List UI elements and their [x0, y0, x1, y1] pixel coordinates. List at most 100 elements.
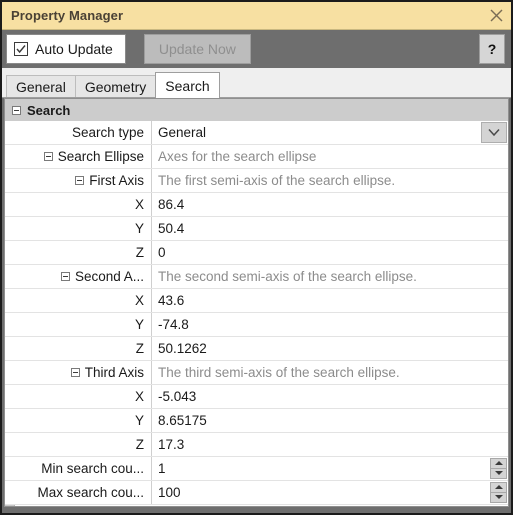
row-label: X: [134, 197, 144, 212]
arrow-down-icon: [494, 495, 503, 500]
stepper-up-button[interactable]: [490, 458, 507, 469]
chevron-down-icon: [488, 128, 500, 137]
property-grid-body: Search Search type General Search Ellipse A…: [5, 99, 508, 506]
row-label-cell: X: [16, 385, 152, 408]
row-value-cell[interactable]: 1: [152, 457, 508, 480]
help-button[interactable]: ?: [479, 34, 505, 64]
row-value-cell[interactable]: 43.6: [152, 289, 508, 312]
row-value: -5.043: [158, 389, 197, 404]
row-label-cell: Min search cou...: [16, 457, 152, 480]
check-icon: [16, 45, 26, 54]
checkbox-box: [14, 42, 28, 56]
tab-general[interactable]: General: [6, 75, 76, 97]
row-label: X: [134, 293, 144, 308]
dropdown-button[interactable]: [481, 122, 507, 143]
stepper-down-button[interactable]: [490, 492, 507, 503]
toolbar: Auto Update Update Now ?: [2, 30, 511, 68]
row-description-text: The second semi-axis of the search ellip…: [158, 269, 417, 284]
row-label-cell: Search Ellipse: [16, 145, 152, 168]
table-row[interactable]: Max search cou... 100: [5, 481, 508, 505]
row-value-cell[interactable]: 8.65175: [152, 409, 508, 432]
auto-update-checkbox[interactable]: Auto Update: [6, 34, 126, 64]
row-value-cell[interactable]: 100: [152, 481, 508, 504]
row-value-cell[interactable]: -5.043: [152, 385, 508, 408]
row-description: The third semi-axis of the search ellips…: [152, 361, 508, 384]
tab-strip: General Geometry Search: [2, 68, 511, 98]
row-description: Axes for the search ellipse: [152, 145, 508, 168]
arrow-down-icon: [494, 471, 503, 476]
row-value: 8.65175: [158, 413, 207, 428]
table-row[interactable]: Search type General: [5, 121, 508, 145]
table-row[interactable]: Search Ellipse Axes for the search ellips…: [5, 145, 508, 169]
row-value: 43.6: [158, 293, 185, 308]
close-icon: [490, 9, 503, 22]
table-row[interactable]: Z 17.3: [5, 433, 508, 457]
tab-geometry[interactable]: Geometry: [74, 75, 157, 97]
collapse-icon[interactable]: [75, 176, 85, 185]
row-value-cell[interactable]: 86.4: [152, 193, 508, 216]
table-row[interactable]: First Axis The first semi-axis of the sea…: [5, 169, 508, 193]
row-label: Min search cou...: [41, 461, 144, 476]
stepper-up-button[interactable]: [490, 482, 507, 493]
auto-update-label: Auto Update: [35, 41, 113, 57]
stepper-down-button[interactable]: [490, 468, 507, 479]
table-row[interactable]: X 86.4: [5, 193, 508, 217]
property-manager-window: Property Manager Auto Update Update Now …: [0, 0, 513, 515]
row-label: Max search cou...: [37, 485, 144, 500]
row-label-cell: Max search cou...: [16, 481, 152, 504]
tab-search[interactable]: Search: [155, 72, 220, 98]
row-label-cell: First Axis: [16, 169, 152, 192]
row-value: 17.3: [158, 437, 185, 452]
row-label: Y: [134, 413, 144, 428]
table-row[interactable]: Second A... The second semi-axis of the s…: [5, 265, 508, 289]
arrow-up-icon: [494, 485, 503, 490]
row-value: General: [158, 125, 207, 140]
row-value: 50.1262: [158, 341, 207, 356]
row-value-cell[interactable]: 50.1262: [152, 337, 508, 360]
row-value: 0: [158, 245, 166, 260]
row-value-cell[interactable]: 0: [152, 241, 508, 264]
row-label: Z: [135, 341, 144, 356]
collapse-icon[interactable]: [12, 105, 21, 115]
table-row[interactable]: X 43.6: [5, 289, 508, 313]
update-now-button[interactable]: Update Now: [143, 34, 251, 64]
table-row[interactable]: Y -74.8: [5, 313, 508, 337]
row-label: First Axis: [89, 173, 144, 188]
table-row[interactable]: Y 50.4: [5, 217, 508, 241]
row-label-cell: Search type: [16, 121, 152, 144]
row-label-cell: Z: [16, 433, 152, 456]
row-value-cell[interactable]: 17.3: [152, 433, 508, 456]
row-description-text: Axes for the search ellipse: [158, 149, 317, 164]
table-row[interactable]: Third Axis The third semi-axis of the sea…: [5, 361, 508, 385]
row-label-cell: Z: [16, 241, 152, 264]
row-value: 100: [158, 485, 181, 500]
row-value-cell[interactable]: -74.8: [152, 313, 508, 336]
collapse-icon[interactable]: [70, 368, 80, 377]
number-stepper[interactable]: [490, 482, 507, 503]
row-label: Z: [135, 437, 144, 452]
group-header-label: Search: [27, 102, 71, 118]
row-value: -74.8: [158, 317, 189, 332]
row-value: 86.4: [158, 197, 185, 212]
table-row[interactable]: Z0: [5, 241, 508, 265]
row-label: Search Ellipse: [57, 149, 144, 164]
table-row[interactable]: X -5.043: [5, 385, 508, 409]
row-label-cell: Y: [16, 217, 152, 240]
row-value: 1: [158, 461, 166, 476]
number-stepper[interactable]: [490, 458, 507, 479]
title-bar: Property Manager: [2, 2, 511, 30]
row-value-cell[interactable]: 50.4: [152, 217, 508, 240]
row-label: Y: [134, 221, 144, 236]
table-row[interactable]: Z 50.1262: [5, 337, 508, 361]
group-header-search[interactable]: Search: [5, 99, 508, 121]
row-label: Z: [135, 245, 144, 260]
row-label-cell: Y: [16, 313, 152, 336]
table-row[interactable]: Y 8.65175: [5, 409, 508, 433]
window-title: Property Manager: [11, 8, 124, 23]
collapse-icon[interactable]: [43, 152, 53, 161]
collapse-icon[interactable]: [60, 272, 70, 281]
row-value-cell[interactable]: General: [152, 121, 508, 144]
close-button[interactable]: [481, 3, 511, 29]
table-row[interactable]: Min search cou... 1: [5, 457, 508, 481]
property-grid: Search Search type General Search Ellipse A…: [4, 98, 509, 507]
